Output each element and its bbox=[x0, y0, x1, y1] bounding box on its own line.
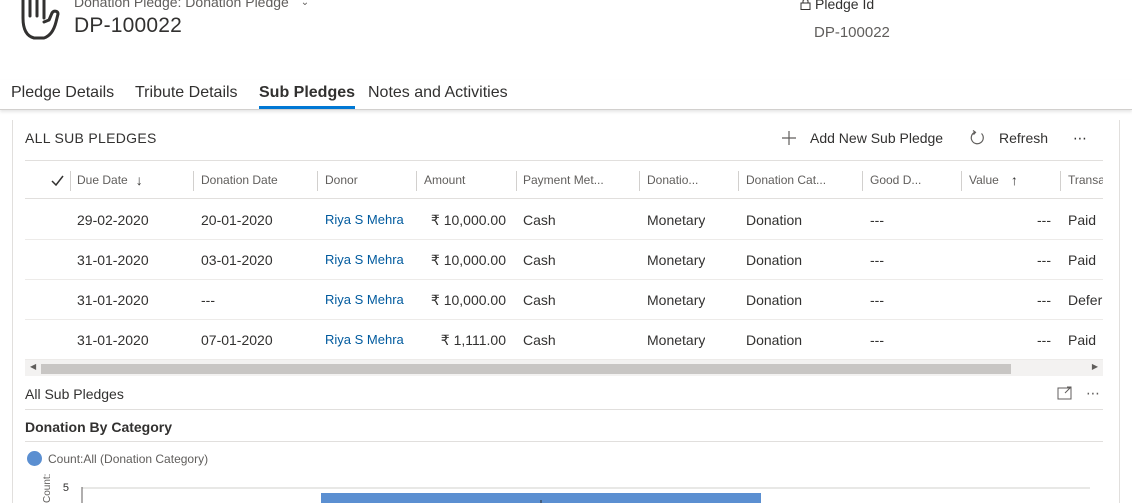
cell-amount: ₹ 1,111.00 bbox=[440, 332, 506, 348]
cell-donation-date: --- bbox=[201, 292, 215, 308]
pledge-id-field-label: Pledge Id bbox=[800, 0, 874, 12]
more-commands-button[interactable]: ⋯ bbox=[1073, 127, 1087, 149]
cell-donation-date: 20-01-2020 bbox=[201, 212, 273, 228]
entity-type-label: Donation Pledge: Donation Pledge bbox=[74, 0, 289, 10]
donor-link[interactable]: Riya S Mehra bbox=[325, 320, 404, 360]
y-axis-label: Count:A... bbox=[42, 474, 53, 503]
cell-value: --- bbox=[1037, 332, 1051, 348]
donor-link[interactable]: Riya S Mehra bbox=[325, 240, 404, 280]
cell-due-date: 29-02-2020 bbox=[77, 212, 149, 228]
cell-good-description: --- bbox=[870, 252, 884, 268]
cell-payment-method: Cash bbox=[523, 212, 556, 228]
scroll-right-arrow-icon[interactable]: ▶ bbox=[1092, 362, 1098, 371]
column-header-amount[interactable]: Amount bbox=[424, 161, 516, 199]
cell-transaction: Defer bbox=[1068, 292, 1103, 308]
divider bbox=[25, 441, 1103, 442]
table-row[interactable]: 31-01-2020 --- Riya S Mehra ₹ 10,000.00 … bbox=[25, 280, 1103, 320]
column-header-donation-date[interactable]: Donation Date bbox=[201, 161, 316, 199]
donation-by-category-chart: Count:A... 5 bbox=[42, 474, 1090, 503]
donor-link[interactable]: Riya S Mehra bbox=[325, 280, 404, 320]
chart-title: Donation By Category bbox=[25, 419, 173, 435]
column-header-payment-method[interactable]: Payment Met... bbox=[523, 161, 639, 199]
cell-value: --- bbox=[1037, 292, 1051, 308]
record-title: DP-100022 bbox=[74, 14, 183, 37]
cell-donation-date: 03-01-2020 bbox=[201, 252, 273, 268]
expand-chart-icon[interactable] bbox=[1057, 386, 1073, 400]
scroll-left-arrow-icon[interactable]: ◀ bbox=[30, 362, 36, 371]
column-header-donation-type[interactable]: Donatio... bbox=[647, 161, 737, 199]
entity-type-selector[interactable]: Donation Pledge: Donation Pledge ⌄ bbox=[74, 0, 309, 10]
chart-more-button[interactable]: ⋯ bbox=[1086, 385, 1100, 402]
donor-link[interactable]: Riya S Mehra bbox=[325, 200, 404, 240]
tab-pledge-details[interactable]: Pledge Details bbox=[11, 84, 114, 102]
cell-value: --- bbox=[1037, 212, 1051, 228]
pledge-id-label: Pledge Id bbox=[815, 0, 875, 12]
cell-donation-category: Donation bbox=[746, 292, 803, 308]
column-header-good-description[interactable]: Good D... bbox=[870, 161, 960, 199]
refresh-button[interactable]: Refresh bbox=[969, 127, 1048, 149]
cell-due-date: 31-01-2020 bbox=[77, 332, 149, 348]
cell-payment-method: Cash bbox=[523, 252, 556, 268]
cell-donation-date: 07-01-2020 bbox=[201, 332, 273, 348]
sort-descending-icon: ↓ bbox=[135, 172, 143, 188]
add-new-sub-pledge-button[interactable]: Add New Sub Pledge bbox=[782, 127, 943, 149]
select-all-checkbox[interactable] bbox=[51, 161, 71, 199]
cell-donation-category: Donation bbox=[746, 252, 803, 268]
tab-sub-pledges[interactable]: Sub Pledges bbox=[259, 84, 356, 109]
form-tabs: Pledge Details Tribute Details Sub Pledg… bbox=[0, 80, 1132, 110]
cell-transaction: Paid bbox=[1068, 252, 1097, 268]
checkmark-icon bbox=[51, 175, 64, 186]
chevron-down-icon[interactable]: ⌄ bbox=[301, 0, 309, 8]
column-header-transaction[interactable]: Transa bbox=[1068, 161, 1103, 199]
tab-tribute-details[interactable]: Tribute Details bbox=[135, 84, 238, 102]
refresh-icon bbox=[970, 130, 984, 145]
cell-donation-type: Monetary bbox=[647, 252, 706, 268]
legend-label: Count:All (Donation Category) bbox=[48, 451, 209, 466]
sort-ascending-icon: ↑ bbox=[1010, 172, 1018, 188]
cell-donation-type: Monetary bbox=[647, 292, 706, 308]
chart-legend[interactable]: Count:All (Donation Category) bbox=[27, 451, 208, 466]
cell-donation-category: Donation bbox=[746, 332, 803, 348]
column-header-value[interactable]: Value ↑ bbox=[969, 161, 1059, 199]
horizontal-scrollbar[interactable]: ◀ ▶ bbox=[25, 360, 1103, 376]
cell-good-description: --- bbox=[870, 292, 884, 308]
refresh-label: Refresh bbox=[999, 130, 1049, 146]
cell-value: --- bbox=[1037, 252, 1051, 268]
cell-amount: ₹ 10,000.00 bbox=[430, 252, 506, 268]
cell-good-description: --- bbox=[870, 332, 884, 348]
cell-amount: ₹ 10,000.00 bbox=[430, 212, 506, 228]
legend-swatch bbox=[27, 451, 42, 466]
cell-transaction: Paid bbox=[1068, 332, 1097, 348]
pledge-id-value: DP-100022 bbox=[814, 24, 890, 41]
cell-amount: ₹ 10,000.00 bbox=[430, 292, 506, 308]
tab-notes-and-activities[interactable]: Notes and Activities bbox=[368, 84, 508, 102]
table-row[interactable]: 31-01-2020 07-01-2020 Riya S Mehra ₹ 1,1… bbox=[25, 320, 1103, 360]
divider bbox=[25, 409, 1103, 410]
cell-donation-category: Donation bbox=[746, 212, 803, 228]
scrollbar-thumb[interactable] bbox=[41, 364, 1011, 374]
hand-icon bbox=[21, 0, 60, 40]
chart-view-title: All Sub Pledges bbox=[25, 386, 124, 402]
table-row[interactable]: 31-01-2020 03-01-2020 Riya S Mehra ₹ 10,… bbox=[25, 240, 1103, 280]
add-new-sub-pledge-label: Add New Sub Pledge bbox=[810, 130, 944, 146]
lock-icon bbox=[800, 0, 811, 10]
y-tick-label: 5 bbox=[63, 482, 69, 494]
cell-due-date: 31-01-2020 bbox=[77, 252, 149, 268]
cell-payment-method: Cash bbox=[523, 332, 556, 348]
column-header-due-date[interactable]: Due Date ↓ bbox=[77, 161, 189, 199]
subgrid-title: ALL SUB PLEDGES bbox=[25, 130, 157, 146]
cell-donation-type: Monetary bbox=[647, 332, 706, 348]
cell-donation-type: Monetary bbox=[647, 212, 706, 228]
grid-header: Due Date ↓ Donation Date Donor Amount Pa… bbox=[25, 160, 1103, 199]
table-row[interactable]: 29-02-2020 20-01-2020 Riya S Mehra ₹ 10,… bbox=[25, 200, 1103, 240]
cell-payment-method: Cash bbox=[523, 292, 556, 308]
column-header-donor[interactable]: Donor bbox=[325, 161, 415, 199]
cell-due-date: 31-01-2020 bbox=[77, 292, 149, 308]
column-header-donation-category[interactable]: Donation Cat... bbox=[746, 161, 861, 199]
cell-good-description: --- bbox=[870, 212, 884, 228]
plus-icon bbox=[782, 131, 796, 145]
cell-transaction: Paid bbox=[1068, 212, 1097, 228]
